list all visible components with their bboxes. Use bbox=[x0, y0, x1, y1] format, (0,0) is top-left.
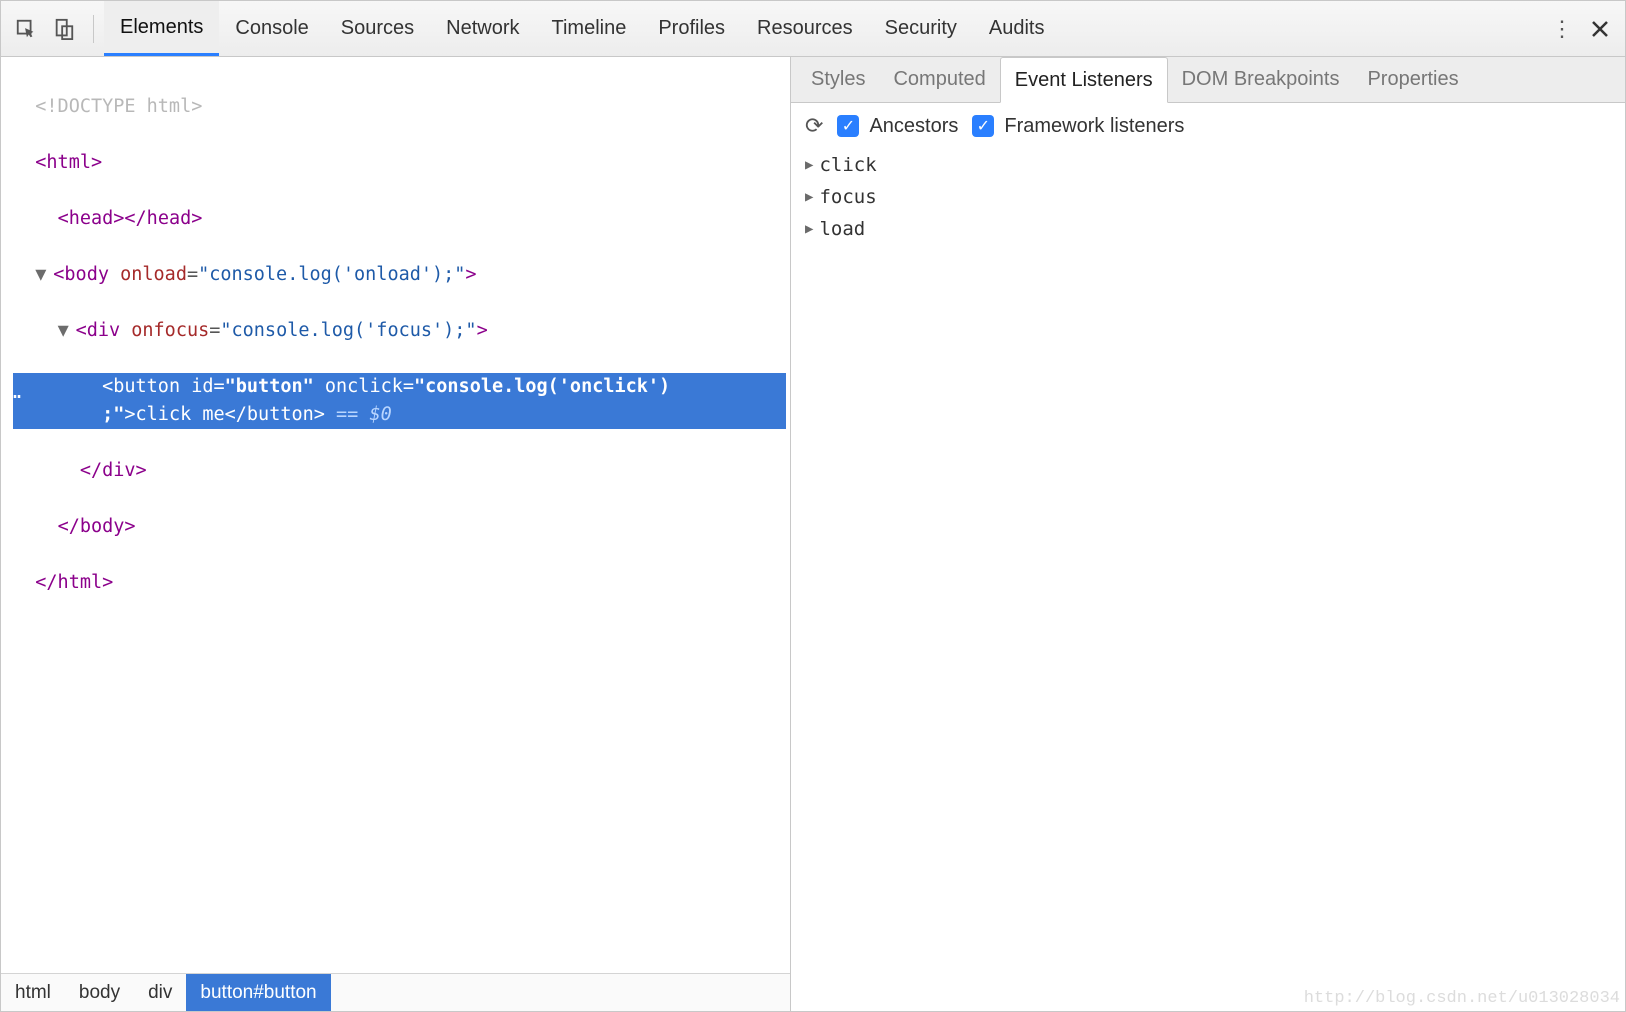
event-listeners-toolbar: ⟳ ✓ Ancestors ✓ Framework listeners bbox=[791, 103, 1625, 149]
tab-audits[interactable]: Audits bbox=[973, 1, 1061, 56]
dom-breadcrumb: html body div button#button bbox=[1, 973, 790, 1011]
devtools-tab-strip: Elements Console Sources Network Timelin… bbox=[1, 1, 1625, 57]
elements-panel: <!DOCTYPE html> <html> <head></head> ▼<b… bbox=[1, 57, 791, 1011]
event-focus[interactable]: ▶focus bbox=[805, 181, 1611, 213]
selected-dom-node[interactable]: … <button id="button" onclick="console.l… bbox=[13, 373, 786, 429]
disclosure-triangle-icon: ▶ bbox=[805, 181, 813, 213]
framework-listeners-checkbox[interactable]: ✓ bbox=[972, 115, 994, 137]
crumb-div[interactable]: div bbox=[134, 974, 186, 1011]
inspect-icon[interactable] bbox=[9, 12, 43, 46]
crumb-button[interactable]: button#button bbox=[186, 974, 330, 1011]
event-click[interactable]: ▶click bbox=[805, 149, 1611, 181]
tab-timeline[interactable]: Timeline bbox=[536, 1, 643, 56]
crumb-html[interactable]: html bbox=[1, 974, 65, 1011]
tab-properties[interactable]: Properties bbox=[1353, 57, 1472, 102]
device-toggle-icon[interactable] bbox=[47, 12, 81, 46]
tab-network[interactable]: Network bbox=[430, 1, 535, 56]
event-listeners-list: ▶click ▶focus ▶load bbox=[791, 149, 1625, 245]
ancestors-checkbox[interactable]: ✓ bbox=[837, 115, 859, 137]
disclosure-triangle-icon: ▶ bbox=[805, 149, 813, 181]
disclosure-triangle-icon: ▶ bbox=[805, 213, 813, 245]
tab-console[interactable]: Console bbox=[219, 1, 324, 56]
tab-resources[interactable]: Resources bbox=[741, 1, 869, 56]
tab-dom-breakpoints[interactable]: DOM Breakpoints bbox=[1168, 57, 1354, 102]
refresh-icon[interactable]: ⟳ bbox=[805, 113, 823, 139]
ancestors-label: Ancestors bbox=[869, 115, 958, 138]
tab-event-listeners[interactable]: Event Listeners bbox=[1000, 57, 1168, 103]
framework-listeners-label: Framework listeners bbox=[1004, 115, 1184, 138]
event-load[interactable]: ▶load bbox=[805, 213, 1611, 245]
separator bbox=[93, 15, 94, 43]
sidebar-panel: Styles Computed Event Listeners DOM Brea… bbox=[791, 57, 1625, 1011]
tab-elements[interactable]: Elements bbox=[104, 1, 219, 56]
tab-computed[interactable]: Computed bbox=[879, 57, 999, 102]
tab-styles[interactable]: Styles bbox=[797, 57, 879, 102]
sidebar-tab-strip: Styles Computed Event Listeners DOM Brea… bbox=[791, 57, 1625, 103]
tab-security[interactable]: Security bbox=[869, 1, 973, 56]
dom-tree[interactable]: <!DOCTYPE html> <html> <head></head> ▼<b… bbox=[1, 57, 790, 973]
kebab-menu-icon[interactable]: ⋮ bbox=[1545, 12, 1579, 46]
watermark: http://blog.csdn.net/u013028034 bbox=[1304, 989, 1620, 1008]
tab-profiles[interactable]: Profiles bbox=[642, 1, 741, 56]
crumb-body[interactable]: body bbox=[65, 974, 134, 1011]
tab-sources[interactable]: Sources bbox=[325, 1, 430, 56]
close-icon[interactable] bbox=[1583, 12, 1617, 46]
doctype: <!DOCTYPE html> bbox=[35, 96, 202, 117]
